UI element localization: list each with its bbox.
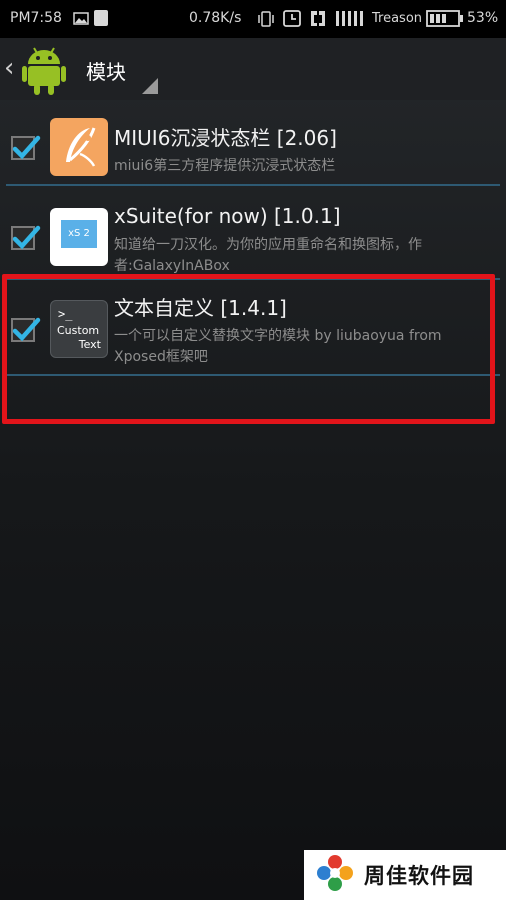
spinner-corner-icon[interactable]: [142, 78, 158, 94]
module-description: miui6第三方程序提供沉浸式状态栏: [114, 158, 336, 174]
battery-percent: 53%: [467, 10, 499, 26]
module-checkbox[interactable]: [11, 135, 41, 160]
xsuite-app-icon: xS 2: [50, 208, 108, 266]
flower-logo-icon: [314, 852, 356, 898]
alarm-icon: [283, 10, 301, 31]
page-title: 模块: [86, 60, 126, 84]
module-description: 知道给一刀汉化。为你的应用重命名和换图标，作者:GalaxyInABox: [114, 237, 422, 273]
action-bar: ‹ 模块: [0, 38, 506, 100]
module-title: MIUI6沉浸状态栏 [2.06]: [114, 126, 337, 150]
module-title: xSuite(for now) [1.0.1]: [114, 204, 341, 228]
feather-app-icon: [50, 118, 108, 176]
signal-icon: [336, 11, 364, 30]
module-checkbox[interactable]: [11, 225, 41, 250]
android-logo-icon[interactable]: [22, 44, 66, 100]
highlight-box: [2, 274, 495, 424]
module-item[interactable]: MIUI6沉浸状态栏 [2.06] miui6第三方程序提供沉浸式状态栏: [0, 108, 506, 186]
watermark-text: 周佳软件园: [364, 864, 474, 888]
vibrate-icon: [257, 11, 275, 31]
image-notification-icon: [73, 12, 89, 29]
status-time: PM7:58: [10, 10, 62, 26]
watermark: 周佳软件园: [304, 850, 506, 900]
back-chevron-icon[interactable]: ‹: [4, 53, 14, 83]
carrier-name: Treason: [372, 11, 423, 26]
sync-icon: [309, 10, 327, 31]
battery-icon: [426, 10, 464, 31]
xsuite-logo: xS 2: [61, 220, 97, 248]
network-speed: 0.78K/s: [189, 10, 242, 26]
status-bar: PM7:58 0.78K/s Treason 53%: [0, 0, 506, 38]
divider: [6, 184, 500, 186]
notification-icon: [94, 10, 108, 30]
module-item[interactable]: xS 2 xSuite(for now) [1.0.1] 知道给一刀汉化。为你的…: [0, 190, 506, 280]
